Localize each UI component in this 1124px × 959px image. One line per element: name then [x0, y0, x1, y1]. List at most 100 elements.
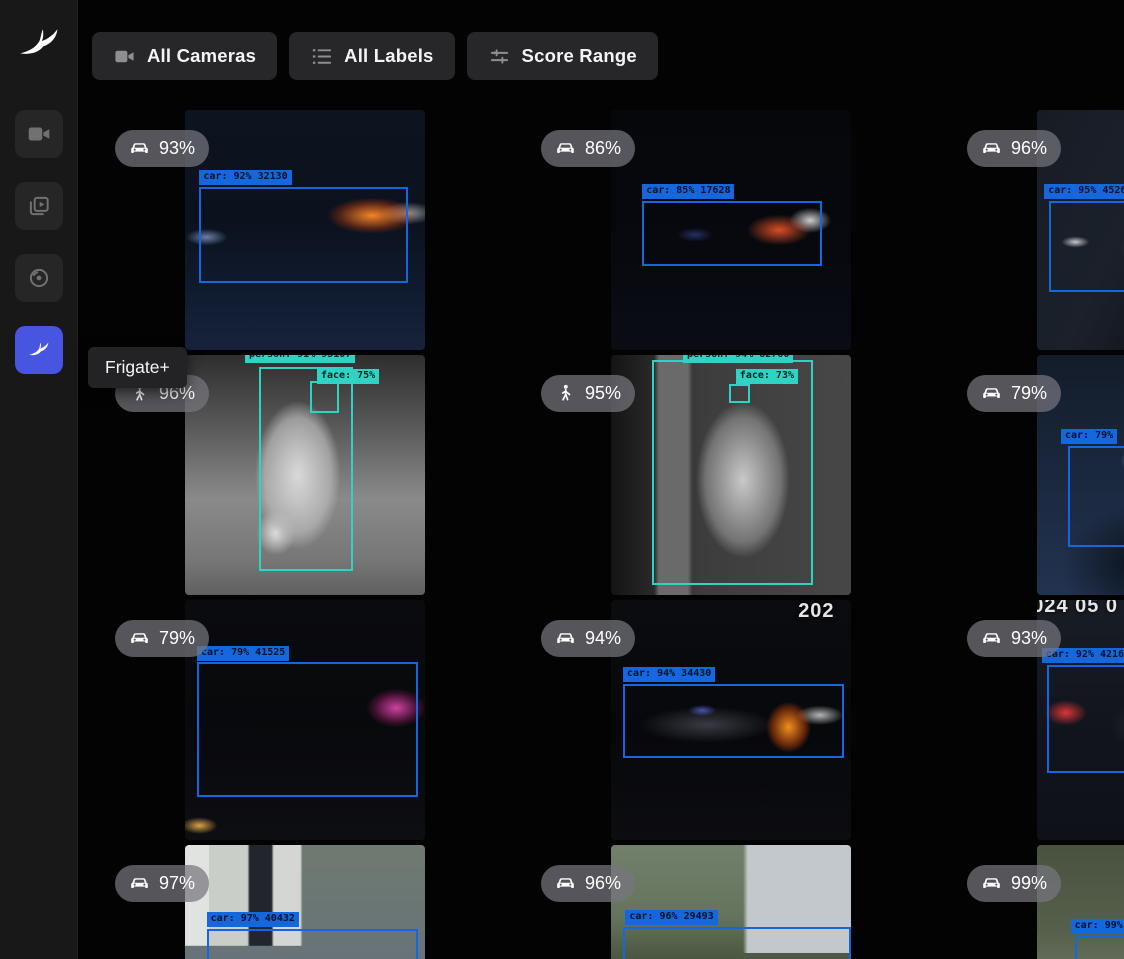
event-cell[interactable]: car: 92% 32130 93% — [92, 110, 518, 355]
sidebar-item-export[interactable] — [15, 254, 63, 302]
score-badge: 97% — [115, 865, 209, 902]
detection-label: car: 96% 29493 — [625, 910, 717, 925]
score-text: 94% — [585, 628, 621, 649]
event-thumbnail[interactable]: car: 96% 29493 — [611, 845, 851, 959]
event-cell[interactable]: car: 85% 17628 86% — [518, 110, 944, 355]
event-cell[interactable]: car: 96% 29493 96% — [518, 845, 944, 959]
event-thumbnail[interactable]: car: 94% 34430 202 — [611, 600, 851, 840]
score-badge: 96% — [541, 865, 635, 902]
car-icon — [981, 628, 1002, 649]
car-icon — [555, 138, 576, 159]
score-text: 79% — [159, 628, 195, 649]
detection-label: face: 75% — [317, 369, 379, 384]
detection-box — [197, 662, 418, 796]
score-text: 99% — [1011, 873, 1047, 894]
event-cell[interactable]: car: 97% 40432 97% — [92, 845, 518, 959]
disc-icon — [26, 265, 52, 291]
detection-box — [310, 381, 339, 412]
score-text: 96% — [585, 873, 621, 894]
event-cell[interactable]: car: 94% 34430 202 94% — [518, 600, 944, 845]
car-icon — [555, 873, 576, 894]
filter-label: Score Range — [522, 45, 637, 67]
score-badge: 96% — [967, 130, 1061, 167]
event-thumbnail[interactable]: car: 99% 25 — [1037, 845, 1124, 959]
score-badge: 86% — [541, 130, 635, 167]
sidebar-item-live[interactable] — [15, 110, 63, 158]
camera-timestamp: 024 05 0 — [1037, 600, 1118, 618]
score-badge: 79% — [115, 620, 209, 657]
car-icon — [981, 383, 1002, 404]
detection-label: car: 99% 25 — [1071, 919, 1124, 934]
detection-label: car: 95% 45260 — [1044, 184, 1124, 199]
frigate-plus-tooltip: Frigate+ — [88, 347, 187, 388]
frigate-logo — [15, 20, 63, 68]
detection-box — [1047, 665, 1124, 773]
score-range-filter-button[interactable]: Score Range — [467, 32, 658, 80]
score-badge: 99% — [967, 865, 1061, 902]
sliders-icon — [488, 45, 511, 68]
event-cell[interactable]: car: 79% 41525 79% — [92, 600, 518, 845]
frigate-app: Frigate+ All Cameras All Labels Score Ra… — [0, 0, 1124, 959]
event-cell[interactable]: person: 94% 82760 face: 73% 95% — [518, 355, 944, 600]
event-thumbnail[interactable]: car: 85% 17628 — [611, 110, 851, 350]
score-text: 86% — [585, 138, 621, 159]
event-cell[interactable]: car: 95% 45260 96% — [944, 110, 1124, 355]
car-icon — [129, 138, 150, 159]
person-icon — [555, 383, 576, 404]
detection-box — [642, 201, 822, 266]
detection-box — [729, 384, 751, 403]
detection-box — [207, 929, 418, 959]
score-badge: 79% — [967, 375, 1061, 412]
detection-box — [1068, 446, 1124, 547]
event-thumbnail[interactable]: car: 79% 41525 — [185, 600, 425, 840]
event-thumbnail[interactable]: car: 92% 32130 — [185, 110, 425, 350]
event-thumbnail[interactable]: car: 97% 40432 — [185, 845, 425, 959]
score-badge: 93% — [967, 620, 1061, 657]
video-camera-icon — [113, 45, 136, 68]
score-text: 97% — [159, 873, 195, 894]
score-text: 95% — [585, 383, 621, 404]
detection-label: car: 85% 17628 — [642, 184, 734, 199]
camera-timestamp: 202 — [798, 600, 834, 623]
all-cameras-filter-button[interactable]: All Cameras — [92, 32, 277, 80]
detection-label: car: 92% 32130 — [199, 170, 291, 185]
event-cell[interactable]: person: 91% 93107face: 75% 96% — [92, 355, 518, 600]
detection-label: face: 73% — [736, 369, 798, 384]
video-camera-icon — [26, 121, 52, 147]
main-content: All Cameras All Labels Score Range car: … — [78, 0, 1124, 959]
list-icon — [310, 45, 333, 68]
detection-label: person: 94% 82760 — [683, 355, 793, 363]
frigate-bird-icon — [26, 337, 52, 363]
detection-label: car: 94% 34430 — [623, 667, 715, 682]
car-icon — [981, 873, 1002, 894]
event-thumbnail[interactable]: person: 94% 82760 face: 73% — [611, 355, 851, 595]
filter-bar: All Cameras All Labels Score Range — [92, 32, 1124, 80]
score-badge: 95% — [541, 375, 635, 412]
score-text: 93% — [1011, 628, 1047, 649]
detection-box — [259, 367, 353, 571]
review-icon — [26, 193, 52, 219]
detection-box — [1049, 201, 1124, 292]
car-icon — [129, 628, 150, 649]
all-labels-filter-button[interactable]: All Labels — [289, 32, 454, 80]
event-cell[interactable]: car: 92% 4216024 05 0 93% — [944, 600, 1124, 845]
score-badge: 94% — [541, 620, 635, 657]
event-thumbnail[interactable]: person: 91% 93107 face: 75% — [185, 355, 425, 595]
score-badge: 93% — [115, 130, 209, 167]
event-cell[interactable]: car: 99% 25 99% — [944, 845, 1124, 959]
sidebar-item-review[interactable] — [15, 182, 63, 230]
score-text: 79% — [1011, 383, 1047, 404]
score-text: 96% — [1011, 138, 1047, 159]
filter-label: All Cameras — [147, 45, 256, 67]
event-cell[interactable]: car: 79% 79% — [944, 355, 1124, 600]
sidebar-item-frigate-plus[interactable] — [15, 326, 63, 374]
sidebar — [0, 0, 78, 959]
detection-label: car: 79% — [1061, 429, 1117, 444]
event-grid: car: 92% 32130 93%car: 85% 17628 86%car:… — [92, 110, 1124, 959]
sidebar-nav — [15, 110, 63, 374]
score-text: 93% — [159, 138, 195, 159]
detection-label: car: 79% 41525 — [197, 646, 289, 661]
filter-label: All Labels — [344, 45, 433, 67]
detection-box — [199, 187, 408, 283]
detection-label: person: 91% 93107 — [245, 355, 355, 363]
